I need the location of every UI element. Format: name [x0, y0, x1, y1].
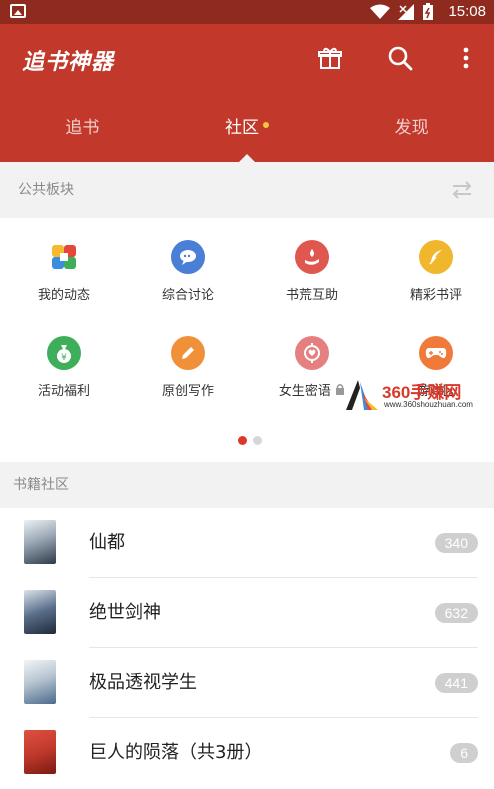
book-title: 仙都	[89, 532, 125, 553]
book-title: 绝世剑神	[89, 602, 161, 623]
book-cover	[24, 660, 56, 704]
tab-label: 发现	[394, 118, 429, 138]
feather-icon	[419, 240, 453, 274]
book-section-header: 书籍社区	[0, 462, 494, 508]
status-time: 15:08	[448, 3, 486, 20]
image-notification-icon	[10, 4, 26, 18]
app-title: 追书神器	[22, 50, 115, 75]
board-label: 综合讨论	[161, 288, 214, 303]
watermark: 360手赚网 www.360shouzhuan.com	[344, 378, 494, 412]
new-badge-dot	[263, 122, 269, 128]
more-vertical-icon[interactable]	[452, 44, 480, 72]
wifi-icon	[370, 4, 390, 19]
active-tab-indicator	[239, 154, 255, 162]
board-label: 精彩书评	[409, 288, 462, 303]
book-row[interactable]: 绝世剑神 632	[0, 578, 494, 648]
swap-icon[interactable]	[450, 180, 474, 200]
public-section-header: 公共板块	[0, 162, 494, 218]
book-row[interactable]: 仙都 340	[0, 508, 494, 578]
page-indicator	[238, 436, 262, 445]
tab-community[interactable]: 社区	[165, 104, 330, 162]
book-title: 极品透视学生	[89, 672, 197, 693]
board-general-discussion[interactable]: 综合讨论	[126, 240, 250, 303]
page-dot[interactable]	[253, 436, 262, 445]
book-list: 仙都 340 绝世剑神 632 极品透视学生 441 巨人的陨落（共3册） 6	[0, 508, 494, 788]
book-title: 巨人的陨落（共3册）	[89, 742, 263, 763]
gamepad-icon	[419, 336, 453, 370]
money-bag-icon: ¥	[47, 336, 81, 370]
help-hand-icon	[295, 240, 329, 274]
app-bar: 追书神器 追书 社区 发现	[0, 24, 494, 162]
gift-icon[interactable]	[316, 44, 344, 72]
board-label: 我的动态	[37, 288, 90, 303]
tab-follow-books[interactable]: 追书	[0, 104, 165, 162]
board-book-help[interactable]: 书荒互助	[250, 240, 374, 303]
signal-icon	[398, 4, 414, 20]
tab-discover[interactable]: 发现	[329, 104, 494, 162]
book-cover	[24, 520, 56, 564]
pinwheel-icon	[47, 240, 81, 274]
post-count-badge: 340	[434, 533, 478, 553]
board-label: 原创写作	[161, 384, 214, 399]
chat-icon	[171, 240, 205, 274]
book-row[interactable]: 极品透视学生 441	[0, 648, 494, 718]
board-events-rewards[interactable]: ¥ 活动福利	[2, 336, 126, 399]
book-cover	[24, 590, 56, 634]
board-original-writing[interactable]: 原创写作	[126, 336, 250, 399]
board-label: 活动福利	[37, 384, 90, 399]
battery-icon	[423, 3, 433, 20]
post-count-badge: 632	[434, 603, 478, 623]
pencil-icon	[171, 336, 205, 370]
tab-label: 追书	[65, 118, 100, 138]
board-book-reviews[interactable]: 精彩书评	[374, 240, 494, 303]
tab-bar: 追书 社区 发现	[0, 104, 494, 162]
board-label: 书荒互助	[285, 288, 338, 303]
book-row[interactable]: 巨人的陨落（共3册） 6	[0, 718, 494, 788]
status-icons	[370, 3, 434, 21]
status-bar: 15:08	[0, 0, 494, 24]
page-dot-active[interactable]	[238, 436, 247, 445]
search-icon[interactable]	[386, 44, 414, 72]
book-cover	[24, 730, 56, 774]
post-count-badge: 441	[434, 673, 478, 693]
board-my-activity[interactable]: 我的动态	[2, 240, 126, 303]
section-title: 公共板块	[18, 182, 74, 198]
heart-target-icon	[295, 336, 329, 370]
tab-label: 社区	[225, 118, 259, 138]
watermark-logo-icon	[346, 380, 378, 410]
post-count-badge: 6	[450, 743, 478, 763]
section-title: 书籍社区	[13, 477, 69, 493]
watermark-url: www.360shouzhuan.com	[384, 400, 473, 409]
svg-text:¥: ¥	[61, 353, 67, 363]
